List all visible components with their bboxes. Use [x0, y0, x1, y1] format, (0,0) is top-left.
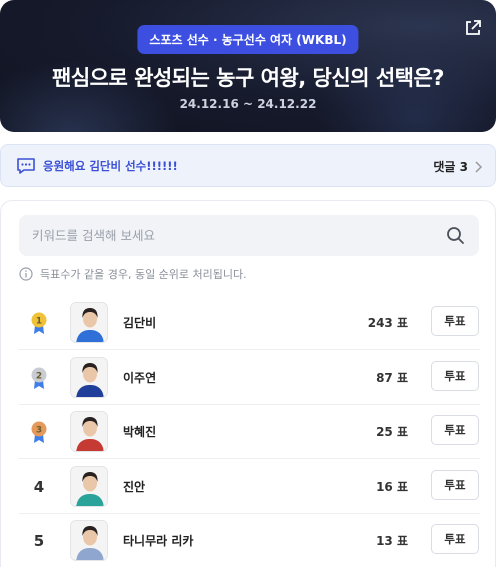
info-icon [19, 267, 33, 281]
player-name: 이주연 [123, 371, 157, 385]
latest-cheer-text: 응원해요 김단비 선수!!!!!! [43, 159, 178, 173]
vote-count: 25 표 [376, 425, 408, 439]
vote-count: 87 표 [376, 371, 408, 385]
vote-count: 16 표 [376, 480, 408, 494]
player-name: 타니무라 리카 [123, 534, 194, 548]
category-badge: 스포츠 선수 · 농구선수 여자 (WKBL) [137, 25, 359, 54]
chat-bubble-icon [17, 158, 35, 174]
ranking-row: 4 진안 16 표 투표 [19, 459, 480, 514]
medal-gold-icon: 1 [27, 295, 51, 350]
comments-link[interactable]: 댓글 3 [433, 158, 483, 175]
player-avatar [70, 357, 108, 398]
share-external-icon[interactable] [464, 19, 482, 37]
ranking-row: 2 이주연 87 표 투표 [19, 350, 480, 405]
medal-bronze-icon: 3 [27, 404, 51, 459]
svg-text:1: 1 [36, 316, 42, 326]
player-name: 김단비 [123, 316, 157, 330]
page-title: 팬심으로 완성되는 농구 여왕, 당신의 선택은? [52, 66, 444, 90]
vote-count: 13 표 [376, 534, 408, 548]
player-avatar [70, 411, 108, 452]
search-box [19, 215, 479, 256]
vote-period: 24.12.16 ~ 24.12.22 [179, 97, 317, 111]
ranking-row: 1 김단비 243 표 투표 [19, 295, 480, 350]
player-avatar [70, 302, 108, 343]
vote-button[interactable]: 투표 [431, 415, 479, 445]
player-name: 박혜진 [123, 425, 157, 439]
chevron-right-icon [475, 160, 483, 173]
notice-text: 득표수가 같을 경우, 동일 순위로 처리됩니다. [40, 268, 247, 281]
player-avatar [70, 466, 108, 507]
ranking-row: 5 타니무라 리카 13 표 투표 [19, 513, 480, 567]
search-input[interactable] [19, 215, 439, 256]
svg-text:3: 3 [36, 425, 42, 435]
tie-notice: 득표수가 같을 경우, 동일 순위로 처리됩니다. [19, 266, 247, 282]
search-icon[interactable] [446, 226, 465, 245]
vote-count: 243 표 [367, 316, 408, 330]
rank-number: 4 [33, 477, 45, 496]
medal-silver-icon: 2 [27, 350, 51, 405]
cheer-comment-bar[interactable]: 응원해요 김단비 선수!!!!!! 댓글 3 [0, 144, 496, 187]
ranking-row: 3 박혜진 25 표 투표 [19, 404, 480, 459]
vote-button[interactable]: 투표 [431, 524, 479, 554]
svg-text:2: 2 [36, 371, 42, 381]
rank-number: 5 [33, 531, 45, 550]
player-name: 진안 [123, 480, 146, 494]
vote-button[interactable]: 투표 [431, 361, 479, 391]
comment-count: 댓글 3 [433, 160, 468, 174]
vote-button[interactable]: 투표 [431, 306, 479, 336]
vote-button[interactable]: 투표 [431, 470, 479, 500]
hero-banner: 스포츠 선수 · 농구선수 여자 (WKBL) 팬심으로 완성되는 농구 여왕,… [0, 0, 496, 132]
player-avatar [70, 520, 108, 561]
